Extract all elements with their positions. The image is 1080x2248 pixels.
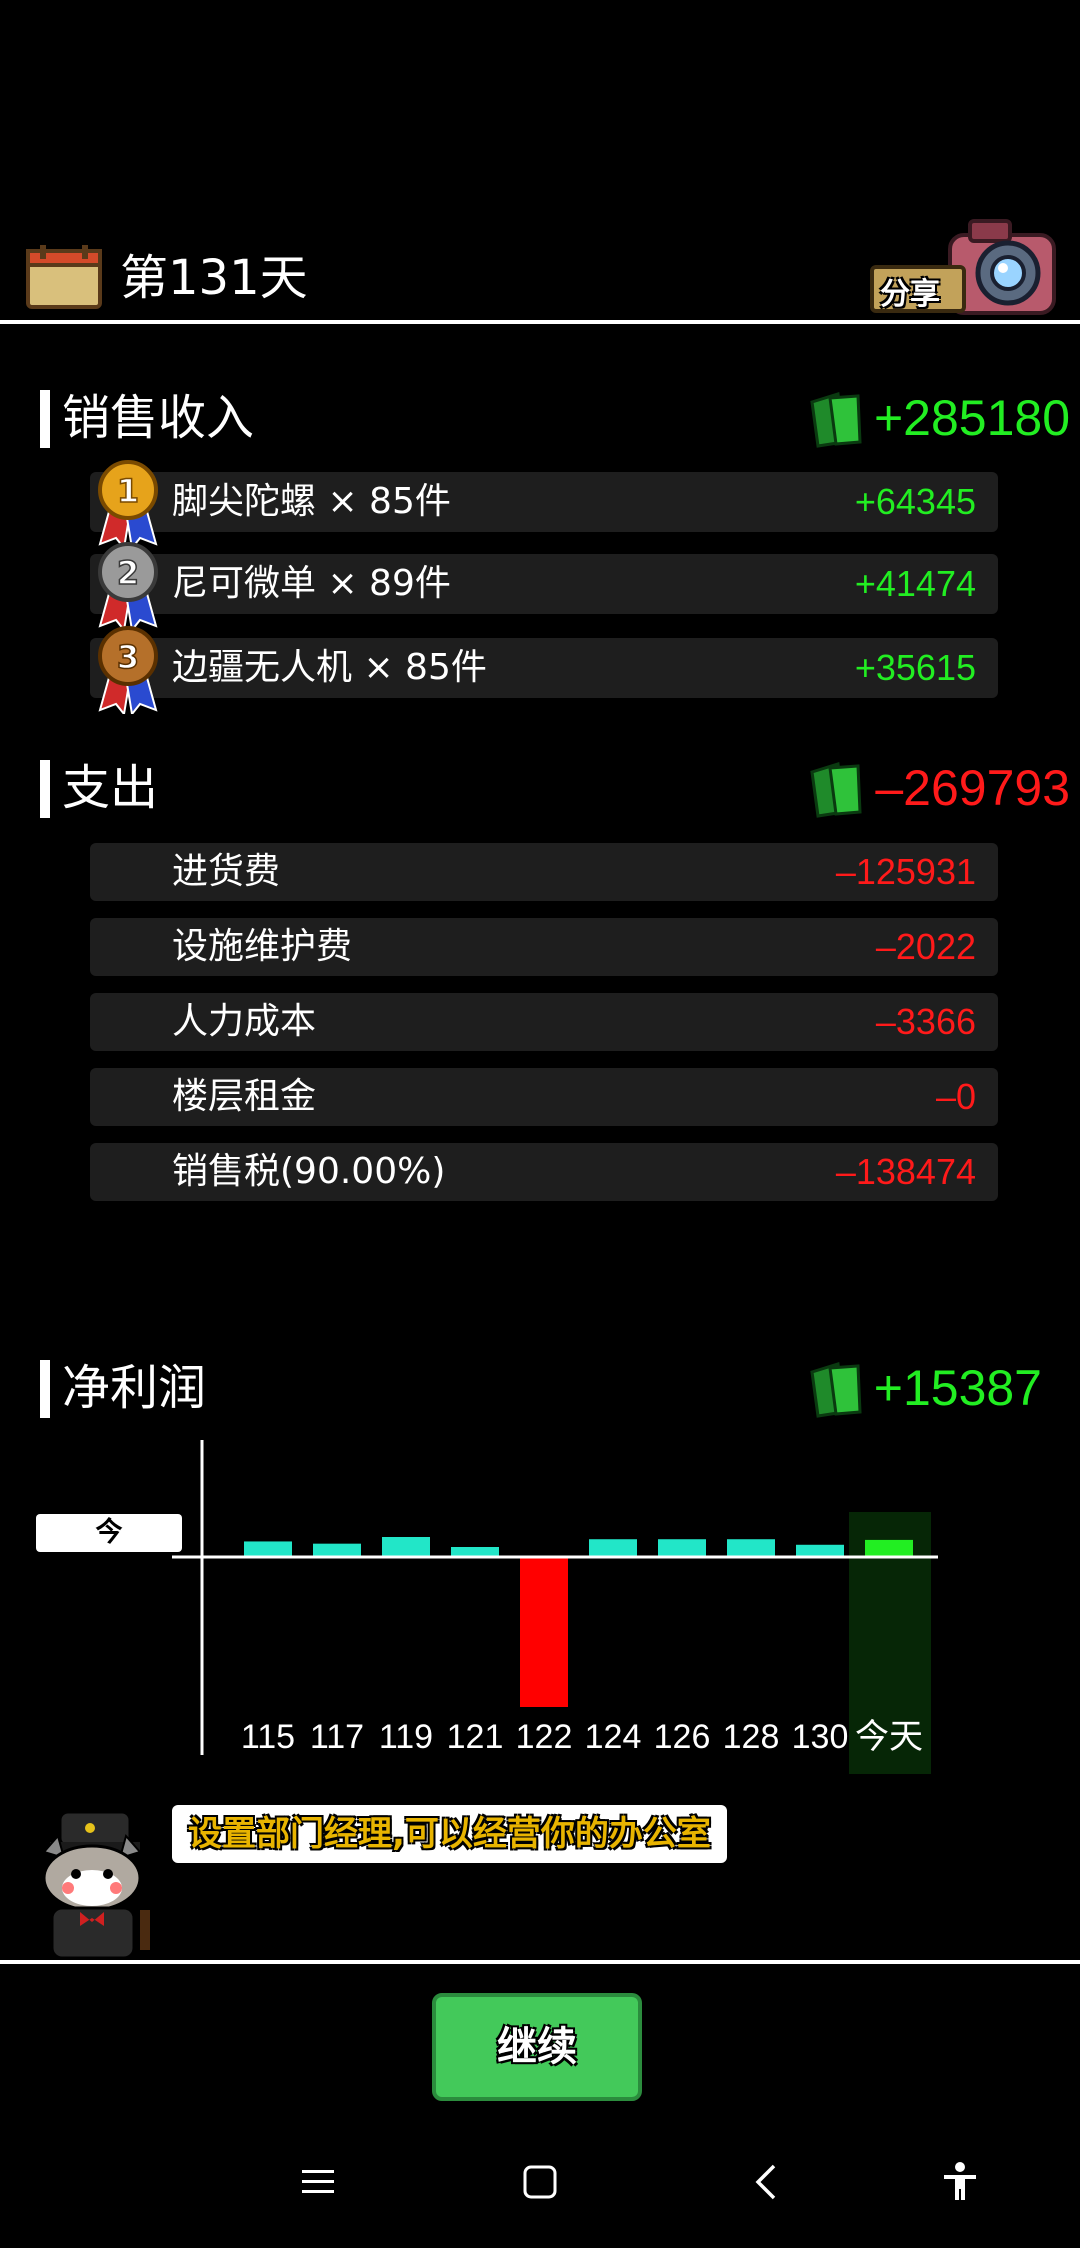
continue-button[interactable]: 继续 (432, 1993, 642, 2101)
income-row: 1 脚尖陀螺 × 85件 +64345 (90, 460, 998, 548)
x-tick-label: 126 (654, 1718, 711, 1756)
expense-item-value: –2022 (875, 926, 976, 967)
income-total: +285180 (873, 390, 1070, 446)
cat-manager-avatar (42, 1810, 150, 1960)
income-row: 3 边疆无人机 × 85件 +35615 (90, 626, 998, 714)
expense-item-name: 人力成本 (172, 1001, 317, 1042)
x-tick-label: 119 (379, 1718, 433, 1756)
chart-bar (313, 1543, 361, 1557)
chart-bar (658, 1539, 706, 1557)
x-tick-label: 115 (241, 1718, 295, 1756)
income-row: 2 尼可微单 × 89件 +41474 (90, 542, 998, 630)
money-icon (810, 392, 862, 448)
income-item-value: +41474 (854, 563, 976, 604)
income-item-name: 脚尖陀螺 × 85件 (172, 481, 451, 522)
medal-rank: 2 (117, 554, 139, 592)
expense-title: 支出 (62, 760, 159, 816)
expense-item-name: 楼层租金 (172, 1076, 317, 1117)
expense-row: 人力成本 –3366 (90, 993, 998, 1051)
income-item-value: +35615 (854, 647, 976, 688)
chart-bar (727, 1539, 775, 1557)
today-value-badge: 今天:15387 (36, 1514, 182, 1586)
income-item-value: +64345 (854, 481, 976, 522)
chart-bar (589, 1539, 637, 1557)
back-chevron-icon[interactable] (746, 2160, 790, 2204)
expense-section-bar (40, 760, 50, 818)
expense-item-value: –3366 (875, 1001, 976, 1042)
bronze-medal-icon: 3 (98, 626, 158, 714)
expense-row: 设施维护费 –2022 (90, 918, 998, 976)
day-title: 第131天 (120, 250, 308, 306)
money-icon (810, 762, 862, 818)
medal-rank: 1 (117, 472, 139, 510)
calendar-icon (26, 245, 102, 309)
header-divider (0, 320, 1080, 324)
expense-item-value: –0 (935, 1076, 976, 1117)
income-item-name: 尼可微单 × 89件 (172, 563, 451, 604)
manager-tip-bubble: 设置部门经理,可以经营你的办公室 (172, 1805, 727, 1863)
x-tick-label: 124 (585, 1718, 642, 1756)
expense-item-value: –125931 (835, 851, 976, 892)
chart-bar (244, 1541, 292, 1557)
silver-medal-icon: 2 (98, 542, 158, 630)
x-tick-label: 122 (516, 1718, 573, 1756)
expense-row: 进货费 –125931 (90, 843, 998, 901)
profit-title: 净利润 (62, 1360, 207, 1416)
x-tick-label: 130 (792, 1718, 849, 1756)
chart-bar (382, 1537, 430, 1557)
profit-bar-chart: 115 117 119 121 122 124 126 128 130 今天 (172, 1440, 938, 1774)
x-tick-label: 今天 (855, 1718, 923, 1756)
chart-bar (796, 1544, 844, 1557)
income-title: 销售收入 (62, 390, 255, 446)
share-button[interactable]: 分享 (870, 215, 1056, 315)
expense-row: 楼层租金 –0 (90, 1068, 998, 1126)
home-square-icon[interactable] (518, 2160, 562, 2204)
gold-medal-icon: 1 (98, 460, 158, 548)
expense-total: –269793 (875, 760, 1070, 816)
x-tick-label: 128 (723, 1718, 780, 1756)
money-icon (810, 1362, 862, 1418)
x-tick-label: 121 (447, 1718, 504, 1756)
chart-bar (865, 1539, 913, 1557)
profit-total: +15387 (873, 1360, 1042, 1416)
chart-bar (520, 1557, 568, 1707)
profit-section-bar (40, 1360, 50, 1418)
x-tick-label: 117 (310, 1718, 364, 1756)
expense-item-value: –138474 (835, 1151, 976, 1192)
share-label: 分享 (880, 277, 940, 312)
income-section-bar (40, 390, 50, 448)
expense-row: 销售税(90.00%) –138474 (90, 1143, 998, 1201)
menu-icon[interactable] (296, 2160, 340, 2204)
accessibility-icon[interactable] (938, 2160, 982, 2204)
footer-divider (0, 1960, 1080, 1964)
medal-rank: 3 (117, 638, 139, 676)
expense-item-name: 设施维护费 (172, 926, 353, 967)
income-item-name: 边疆无人机 × 85件 (172, 647, 487, 688)
expense-item-name: 销售税(90.00%) (172, 1151, 446, 1192)
expense-item-name: 进货费 (172, 851, 281, 892)
